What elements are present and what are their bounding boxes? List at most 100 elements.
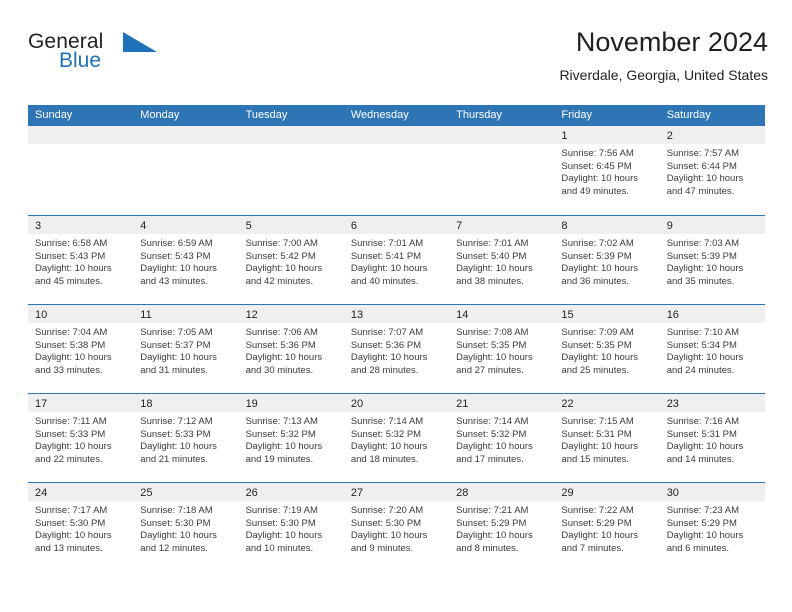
- weekday-header-row: Sunday Monday Tuesday Wednesday Thursday…: [28, 105, 765, 126]
- calendar-day-cell[interactable]: 6 Sunrise: 7:01 AM Sunset: 5:41 PM Daylight…: [343, 216, 450, 304]
- daylight-duration-line2: and 18 minutes.: [350, 453, 419, 465]
- daylight-duration-line2: and 38 minutes.: [456, 275, 524, 287]
- calendar-day-cell[interactable]: 23 Sunrise: 7:16 AM Sunset: 5:31 PM Dayligh…: [659, 394, 765, 482]
- calendar-day-cell[interactable]: 7 Sunrise: 7:01 AM Sunset: 5:40 PM Daylight…: [449, 216, 555, 304]
- day-number-band: [133, 126, 239, 144]
- day-number: 30: [666, 487, 679, 499]
- calendar-day-cell-empty: [449, 126, 555, 215]
- calendar-day-cell[interactable]: 26 Sunrise: 7:19 AM Sunset: 5:30 PM Dayligh…: [238, 483, 344, 571]
- calendar-week-row: 3 Sunrise: 6:58 AM Sunset: 5:43 PM Daylight…: [28, 215, 765, 304]
- daylight-duration-line2: and 45 minutes.: [35, 275, 103, 287]
- day-number-band: 7: [449, 216, 555, 234]
- sunset-time: Sunset: 5:29 PM: [561, 517, 632, 529]
- daylight-duration-line1: Daylight: 10 hours: [456, 263, 533, 275]
- calendar-day-cell[interactable]: 11 Sunrise: 7:05 AM Sunset: 5:37 PM Dayligh…: [133, 305, 239, 393]
- sunrise-time: Sunrise: 7:56 AM: [561, 148, 634, 159]
- daylight-duration-line1: Daylight: 10 hours: [561, 352, 638, 364]
- calendar-day-cell[interactable]: 13 Sunrise: 7:07 AM Sunset: 5:36 PM Dayligh…: [343, 305, 450, 393]
- sunrise-time: Sunrise: 7:03 AM: [666, 238, 740, 249]
- day-details: Sunrise: 7:02 AM Sunset: 5:39 PM Daylight:…: [554, 234, 659, 288]
- day-details: Sunrise: 7:14 AM Sunset: 5:32 PM Daylight:…: [344, 412, 449, 466]
- daylight-duration-line2: and 8 minutes.: [456, 542, 519, 554]
- daylight-duration-line2: and 24 minutes.: [666, 364, 735, 376]
- general-blue-logo[interactable]: General Blue: [28, 30, 218, 90]
- sunset-time: Sunset: 5:39 PM: [666, 250, 737, 262]
- calendar-day-cell[interactable]: 15 Sunrise: 7:09 AM Sunset: 5:35 PM Dayligh…: [554, 305, 660, 393]
- calendar-day-cell[interactable]: 17 Sunrise: 7:11 AM Sunset: 5:33 PM Dayligh…: [28, 394, 134, 482]
- day-number-band: 4: [133, 216, 239, 234]
- day-details: Sunrise: 7:13 AM Sunset: 5:32 PM Daylight:…: [239, 412, 344, 466]
- calendar-day-cell[interactable]: 27 Sunrise: 7:20 AM Sunset: 5:30 PM Dayligh…: [343, 483, 450, 571]
- day-number: 2: [666, 130, 673, 142]
- day-number-band: 8: [554, 216, 660, 234]
- day-number-band: 11: [133, 305, 239, 323]
- calendar-day-cell[interactable]: 28 Sunrise: 7:21 AM Sunset: 5:29 PM Dayligh…: [449, 483, 555, 571]
- calendar-day-cell[interactable]: 20 Sunrise: 7:14 AM Sunset: 5:32 PM Dayligh…: [343, 394, 450, 482]
- calendar-day-cell[interactable]: 10 Sunrise: 7:04 AM Sunset: 5:38 PM Dayligh…: [28, 305, 134, 393]
- day-number-band: 19: [238, 394, 344, 412]
- calendar-day-cell[interactable]: 12 Sunrise: 7:06 AM Sunset: 5:36 PM Dayligh…: [238, 305, 344, 393]
- calendar-day-cell[interactable]: 1 Sunrise: 7:56 AM Sunset: 6:45 PM Daylight…: [554, 126, 660, 215]
- day-number: 18: [140, 398, 153, 410]
- sunrise-time: Sunrise: 7:19 AM: [245, 505, 318, 516]
- day-number: 29: [561, 487, 574, 499]
- sunrise-time: Sunrise: 7:02 AM: [561, 238, 634, 249]
- calendar-day-cell[interactable]: 19 Sunrise: 7:13 AM Sunset: 5:32 PM Dayligh…: [238, 394, 344, 482]
- calendar-day-cell[interactable]: 5 Sunrise: 7:00 AM Sunset: 5:42 PM Daylight…: [238, 216, 344, 304]
- title-block: November 2024 Riverdale, Georgia, United…: [559, 26, 768, 86]
- sunrise-time: Sunrise: 7:04 AM: [35, 327, 108, 338]
- calendar-day-cell[interactable]: 30 Sunrise: 7:23 AM Sunset: 5:29 PM Dayligh…: [659, 483, 765, 571]
- calendar-day-cell[interactable]: 25 Sunrise: 7:18 AM Sunset: 5:30 PM Dayligh…: [133, 483, 239, 571]
- day-number-band: [238, 126, 344, 144]
- calendar-day-cell-empty: [238, 126, 344, 215]
- day-number: 5: [245, 220, 252, 232]
- day-number: 11: [140, 309, 152, 321]
- calendar-week-row: 24 Sunrise: 7:17 AM Sunset: 5:30 PM Dayligh…: [28, 482, 765, 571]
- calendar-day-cell[interactable]: 18 Sunrise: 7:12 AM Sunset: 5:33 PM Dayligh…: [133, 394, 239, 482]
- day-number-band: [449, 126, 555, 144]
- calendar-grid: Sunday Monday Tuesday Wednesday Thursday…: [28, 105, 765, 571]
- sunset-time: Sunset: 5:31 PM: [666, 428, 737, 440]
- calendar-day-cell[interactable]: 8 Sunrise: 7:02 AM Sunset: 5:39 PM Daylight…: [554, 216, 660, 304]
- day-details: Sunrise: 7:05 AM Sunset: 5:37 PM Daylight:…: [133, 323, 238, 377]
- day-details: Sunrise: 7:01 AM Sunset: 5:40 PM Daylight:…: [449, 234, 554, 288]
- sunrise-time: Sunrise: 7:01 AM: [456, 238, 529, 249]
- day-number: 17: [35, 398, 48, 410]
- calendar-day-cell[interactable]: 22 Sunrise: 7:15 AM Sunset: 5:31 PM Dayligh…: [554, 394, 660, 482]
- sunrise-time: Sunrise: 7:11 AM: [35, 416, 107, 427]
- calendar-day-cell[interactable]: 9 Sunrise: 7:03 AM Sunset: 5:39 PM Daylight…: [659, 216, 765, 304]
- daylight-duration-line1: Daylight: 10 hours: [456, 530, 533, 542]
- day-number: 19: [245, 398, 258, 410]
- day-details: Sunrise: 7:04 AM Sunset: 5:38 PM Daylight:…: [28, 323, 133, 377]
- day-details: Sunrise: 7:17 AM Sunset: 5:30 PM Daylight:…: [28, 501, 133, 555]
- calendar-day-cell[interactable]: 14 Sunrise: 7:08 AM Sunset: 5:35 PM Dayligh…: [449, 305, 555, 393]
- calendar-day-cell[interactable]: 2 Sunrise: 7:57 AM Sunset: 6:44 PM Daylight…: [659, 126, 765, 215]
- day-number-band: 9: [659, 216, 765, 234]
- daylight-duration-line2: and 21 minutes.: [140, 453, 208, 465]
- calendar-day-cell[interactable]: 24 Sunrise: 7:17 AM Sunset: 5:30 PM Dayligh…: [28, 483, 134, 571]
- sunset-time: Sunset: 5:43 PM: [140, 250, 211, 262]
- sunset-time: Sunset: 5:34 PM: [666, 339, 737, 351]
- day-number-band: 5: [238, 216, 344, 234]
- calendar-week-row: 1 Sunrise: 7:56 AM Sunset: 6:45 PM Daylight…: [28, 126, 765, 215]
- calendar-day-cell[interactable]: 4 Sunrise: 6:59 AM Sunset: 5:43 PM Daylight…: [133, 216, 239, 304]
- calendar-day-cell[interactable]: 16 Sunrise: 7:10 AM Sunset: 5:34 PM Dayligh…: [659, 305, 765, 393]
- weekday-header-tuesday: Tuesday: [245, 109, 288, 121]
- day-details: Sunrise: 7:19 AM Sunset: 5:30 PM Daylight:…: [239, 501, 344, 555]
- day-details: Sunrise: 7:07 AM Sunset: 5:36 PM Daylight:…: [344, 323, 449, 377]
- day-number-band: 10: [28, 305, 134, 323]
- day-details: Sunrise: 7:11 AM Sunset: 5:33 PM Daylight:…: [28, 412, 133, 466]
- sunset-time: Sunset: 5:42 PM: [245, 250, 316, 262]
- daylight-duration-line1: Daylight: 10 hours: [35, 530, 112, 542]
- calendar-day-cell[interactable]: 29 Sunrise: 7:22 AM Sunset: 5:29 PM Dayligh…: [554, 483, 660, 571]
- daylight-duration-line2: and 17 minutes.: [456, 453, 524, 465]
- day-number-band: 30: [659, 483, 765, 501]
- daylight-duration-line2: and 35 minutes.: [666, 275, 735, 287]
- day-details: Sunrise: 7:03 AM Sunset: 5:39 PM Daylight:…: [660, 234, 765, 288]
- calendar-day-cell[interactable]: 3 Sunrise: 6:58 AM Sunset: 5:43 PM Daylight…: [28, 216, 134, 304]
- day-number-band: 22: [554, 394, 660, 412]
- calendar-day-cell[interactable]: 21 Sunrise: 7:14 AM Sunset: 5:32 PM Dayligh…: [449, 394, 555, 482]
- weekday-header-monday: Monday: [140, 109, 180, 121]
- weekday-header-wednesday: Wednesday: [350, 109, 409, 121]
- daylight-duration-line1: Daylight: 10 hours: [561, 441, 638, 453]
